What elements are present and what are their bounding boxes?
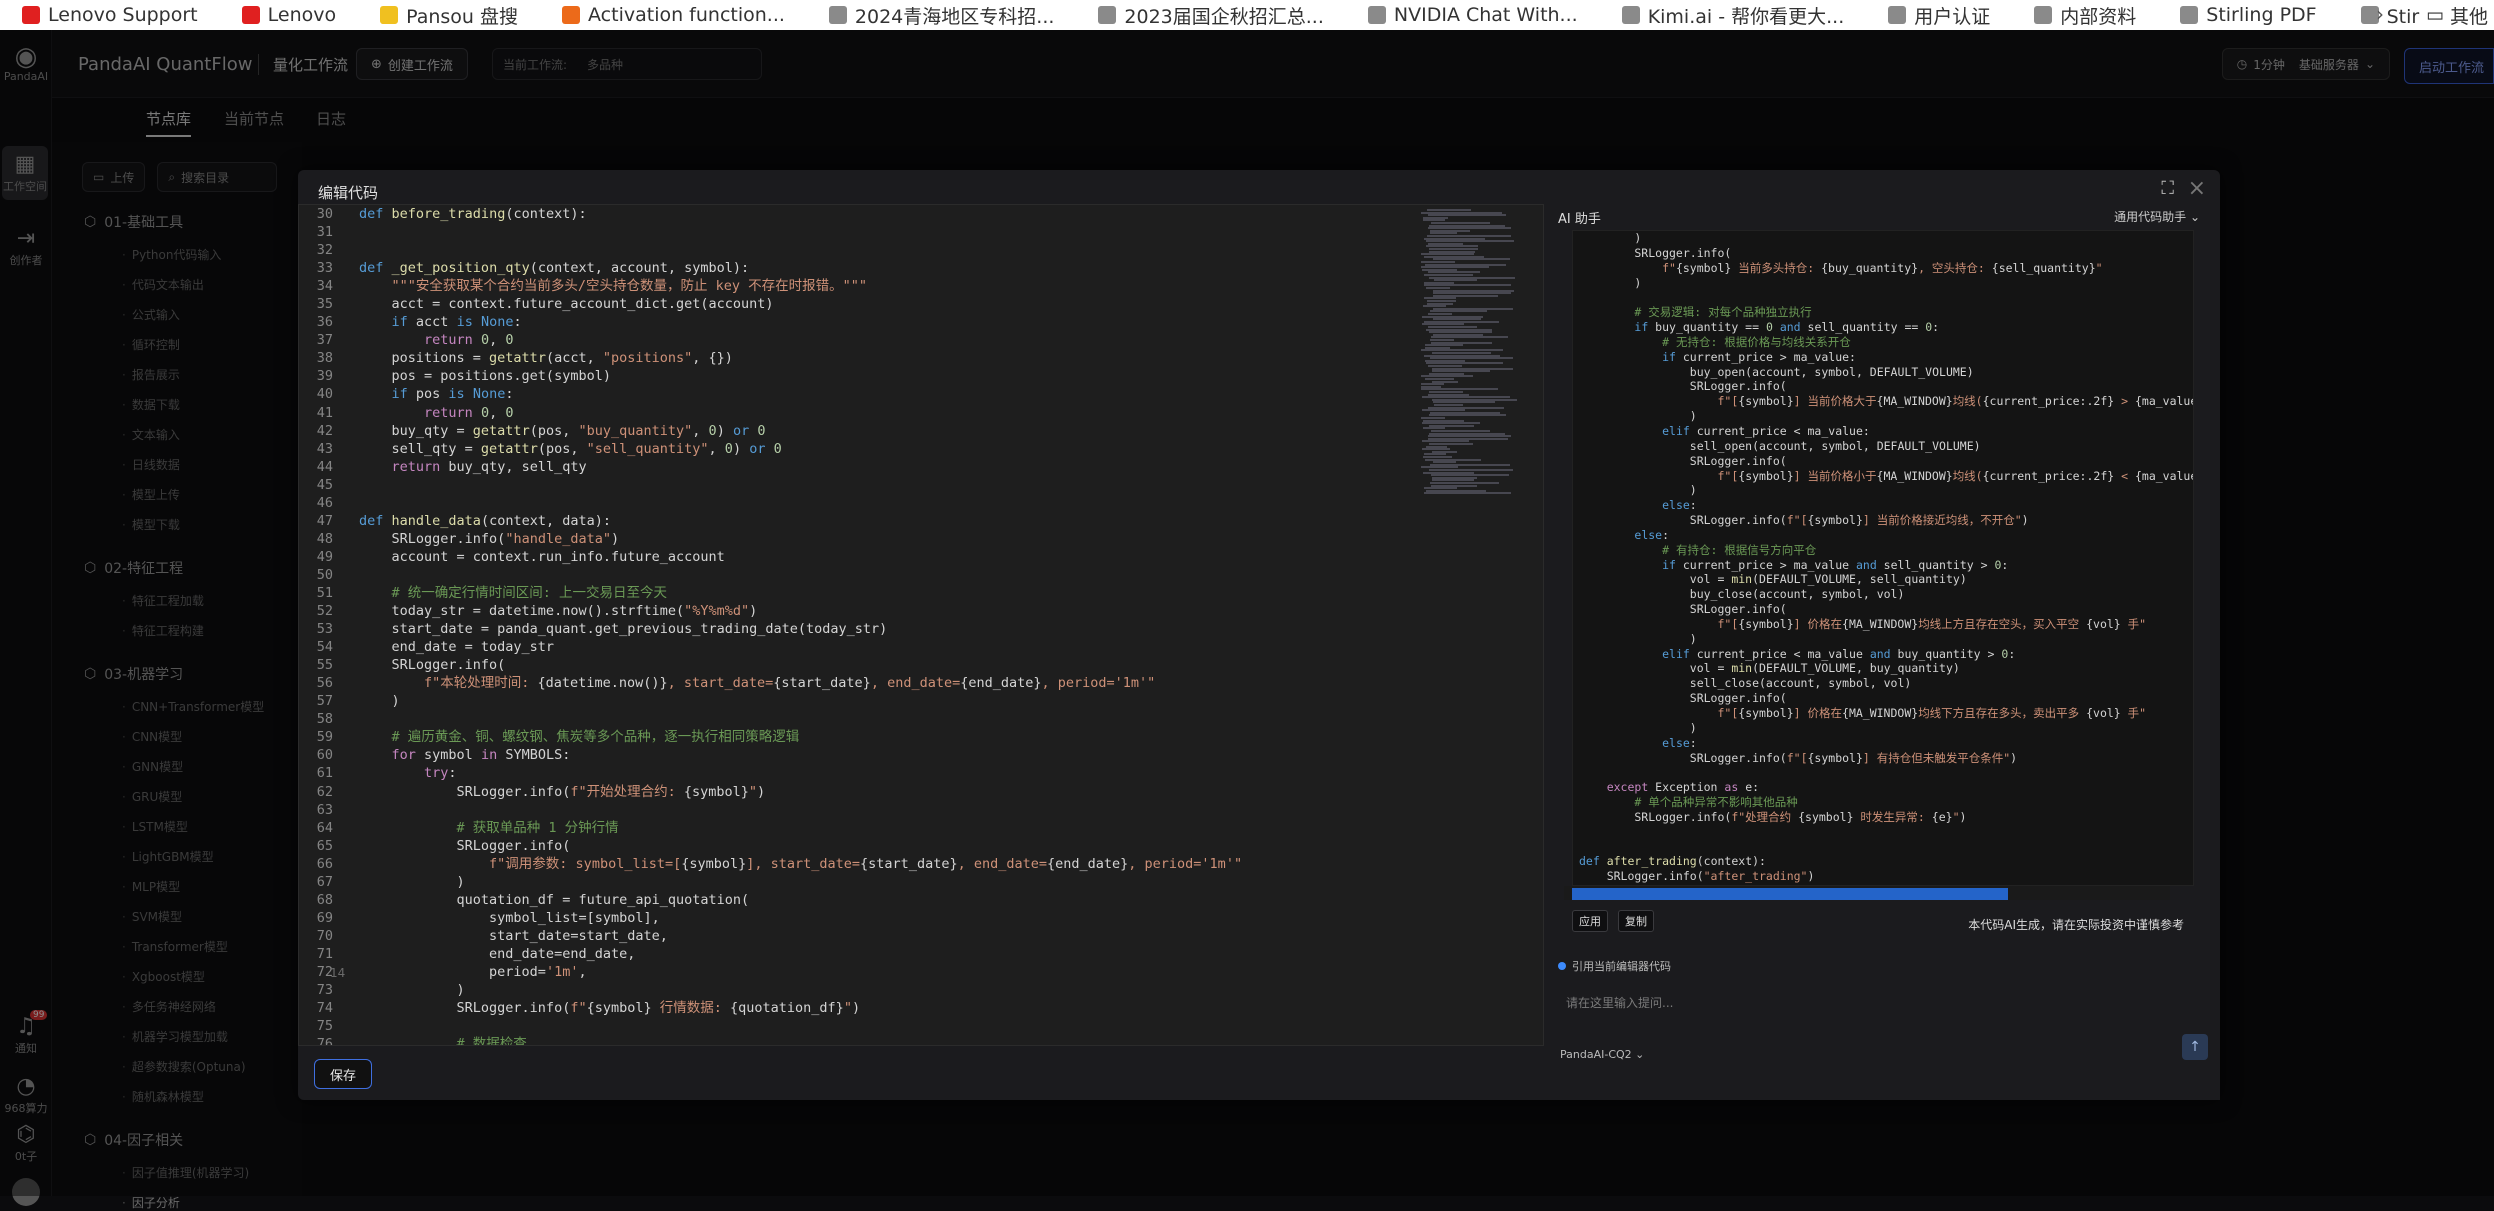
- bookmark-favicon-icon: [562, 6, 581, 24]
- bookmark-item[interactable]: Kimi.ai - 帮你看更大...: [1600, 2, 1867, 29]
- bookmark-item[interactable]: 用户认证: [1866, 2, 2012, 29]
- quote-editor-toggle[interactable]: 引用当前编辑器代码: [1558, 958, 1671, 974]
- bookmark-item[interactable]: Activation function...: [540, 4, 807, 26]
- stray-number: 14: [330, 966, 346, 980]
- bookmark-item[interactable]: Stirling PDF: [2158, 4, 2338, 26]
- bookmark-favicon-icon: [2180, 6, 2199, 24]
- ai-prompt-area: 请在这里输入提问... PandaAI-CQ2 ⌄ ↑: [1550, 978, 2220, 1100]
- radio-dot-icon: [1558, 962, 1566, 970]
- bookmark-item[interactable]: Lenovo Support: [0, 4, 220, 26]
- bookmark-favicon-icon: [22, 6, 40, 24]
- close-icon[interactable]: ×: [2188, 176, 2206, 201]
- edit-code-modal: 编辑代码 ⛶ × 30 31 32 33 34 35 36 37 38 39 4…: [298, 170, 2220, 1100]
- assistant-selector[interactable]: 通用代码助手 ⌄: [2114, 208, 2200, 225]
- expand-icon[interactable]: ⛶: [2161, 178, 2174, 199]
- code-minimap[interactable]: [1417, 205, 1537, 1045]
- apply-button[interactable]: 应用: [1572, 910, 1608, 932]
- bookmark-item[interactable]: Lenovo: [220, 4, 358, 26]
- bookmarks-more-icon[interactable]: ›: [2376, 2, 2384, 26]
- code-editor[interactable]: 30 31 32 33 34 35 36 37 38 39 40 41 42 4…: [298, 204, 1544, 1046]
- bookmark-label: Kimi.ai - 帮你看更大...: [1647, 5, 1845, 28]
- bookmark-label: Lenovo Support: [48, 4, 198, 26]
- bookmark-label: 用户认证: [1914, 5, 1991, 28]
- bookmark-label: Pansou 盘搜: [406, 5, 519, 28]
- copy-button[interactable]: 复制: [1618, 910, 1654, 932]
- scroll-thumb[interactable]: [1572, 888, 2008, 900]
- bookmark-item[interactable]: 2023届国企秋招汇总...: [1076, 2, 1345, 29]
- bookmark-label: Activation function...: [588, 4, 785, 26]
- node-item[interactable]: · 因子分析: [122, 1194, 180, 1211]
- model-label: PandaAI-CQ2: [1560, 1048, 1632, 1061]
- ai-assistant-panel: AI 助手 通用代码助手 ⌄ ) SRLogger.info( f"{symbo…: [1550, 204, 2220, 1100]
- assistant-selector-label: 通用代码助手: [2114, 210, 2187, 224]
- bookmark-item[interactable]: NVIDIA Chat With...: [1346, 4, 1600, 26]
- ai-header: AI 助手: [1558, 212, 1601, 227]
- ai-prompt-input[interactable]: 请在这里输入提问...: [1566, 994, 1673, 1011]
- bookmark-label: 内部资料: [2060, 5, 2137, 28]
- ai-code-block[interactable]: ) SRLogger.info( f"{symbol} 当前多头持仓: {buy…: [1572, 230, 2194, 886]
- line-numbers: 30 31 32 33 34 35 36 37 38 39 40 41 42 4…: [299, 205, 333, 1045]
- bookmark-item[interactable]: 内部资料: [2012, 2, 2158, 29]
- bookmark-label: Stirling PDF: [2206, 4, 2317, 26]
- bookmarks-bar: Lenovo Support Lenovo Pansou 盘搜 Activation …: [0, 0, 2494, 30]
- chevron-down-icon: ⌄: [1635, 1048, 1645, 1061]
- bookmark-favicon-icon: [828, 6, 847, 24]
- bullet-icon: ·: [122, 1195, 126, 1210]
- save-button[interactable]: 保存: [314, 1059, 372, 1089]
- ai-code-scrollbar[interactable]: [1564, 886, 2170, 900]
- bookmark-item[interactable]: Pansou 盘搜: [358, 2, 540, 29]
- bookmark-label: Lenovo: [267, 4, 337, 26]
- bookmark-favicon-icon: [1621, 6, 1640, 24]
- bookmark-favicon-icon: [1098, 6, 1117, 24]
- quote-editor-label: 引用当前编辑器代码: [1572, 960, 1671, 973]
- other-bookmarks[interactable]: ▭ 其他: [2420, 0, 2494, 30]
- ai-code-content[interactable]: ) SRLogger.info( f"{symbol} 当前多头持仓: {buy…: [1579, 231, 2193, 884]
- bookmark-favicon-icon: [241, 6, 260, 24]
- bookmark-label: 2024青海地区专科招...: [854, 5, 1055, 28]
- modal-title: 编辑代码: [318, 184, 379, 202]
- bookmark-item[interactable]: 2024青海地区专科招...: [807, 2, 1076, 29]
- ai-disclaimer: 本代码AI生成，请在实际投资中谨慎参考: [1968, 918, 2184, 932]
- chevron-down-icon: ⌄: [2189, 210, 2200, 224]
- send-icon[interactable]: ↑: [2182, 1034, 2208, 1060]
- bookmark-favicon-icon: [380, 6, 399, 24]
- bookmark-label: 2023届国企秋招汇总...: [1124, 5, 1324, 28]
- bookmark-favicon-icon: [2034, 6, 2053, 24]
- other-bookmarks-label: 其他: [2449, 5, 2488, 28]
- minimap-line: [1424, 492, 1511, 495]
- bookmark-favicon-icon: [1367, 6, 1386, 24]
- node-item-label: 因子分析: [131, 1196, 180, 1210]
- model-selector[interactable]: PandaAI-CQ2 ⌄: [1560, 1048, 1644, 1061]
- bookmark-favicon-icon: [1888, 6, 1907, 24]
- folder-icon: ▭: [2426, 4, 2444, 26]
- code-content[interactable]: def before_trading(context): def _get_po…: [359, 205, 1419, 1045]
- bookmark-label: NVIDIA Chat With...: [1393, 4, 1578, 26]
